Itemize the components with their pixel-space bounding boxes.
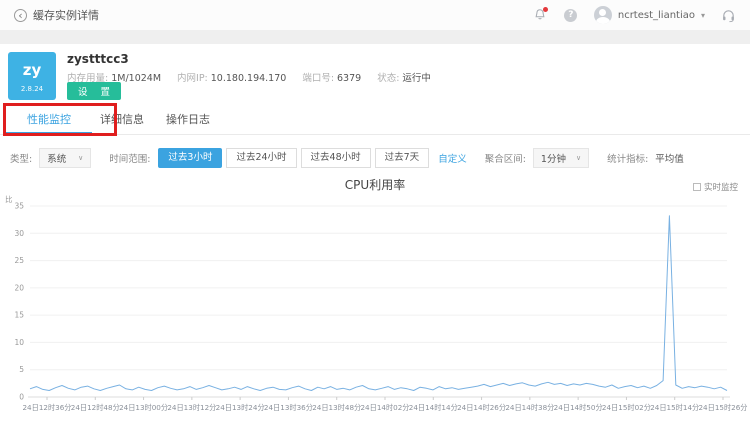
chevron-down-icon: ∨: [78, 154, 84, 162]
cpu-line-series: [29, 215, 728, 391]
x-tick-label: 24日14时38分: [505, 403, 554, 412]
time-range-label: 时间范围:: [109, 154, 151, 165]
y-tick-label: 30: [14, 229, 24, 238]
tab-detailed-info[interactable]: 详细信息: [92, 107, 152, 134]
y-tick-label: 10: [14, 338, 24, 347]
metric-label: 统计指标:: [607, 154, 649, 165]
y-tick-label: 35: [14, 202, 24, 211]
instance-version: 2.8.24: [20, 85, 44, 93]
custom-range-link[interactable]: 自定义: [438, 151, 467, 165]
instance-fields: 内存用量: 1M/1024M 内网IP: 10.180.194.170 端口号: 63…: [67, 70, 431, 84]
y-tick-label: 15: [14, 311, 24, 320]
instance-detail-panel: zy 2.8.24 zystttcc3 内存用量: 1M/1024M 内网IP: 1…: [0, 44, 750, 436]
instance-tile-label: zy: [22, 61, 42, 79]
chevron-down-icon: ∨: [575, 154, 582, 162]
x-tick-label: 24日14时26分: [457, 403, 506, 412]
divider-strip: [0, 30, 750, 44]
realtime-checkbox[interactable]: [692, 183, 701, 191]
type-select[interactable]: 系统 ∨: [39, 148, 92, 168]
realtime-label: 实时监控: [703, 183, 738, 193]
aggregation-label: 聚合区间:: [484, 154, 526, 165]
range-past-24h-button[interactable]: 过去24小时: [226, 148, 297, 168]
settings-button[interactable]: 设 置: [67, 82, 122, 100]
field-status: 状态: 运行中: [377, 73, 431, 84]
help-button[interactable]: ?: [563, 7, 579, 23]
y-tick-label: 20: [14, 283, 24, 292]
metric-value: 平均值: [655, 154, 684, 165]
range-past-3h-button[interactable]: 过去3小时: [158, 148, 223, 168]
filter-bar: 类型: 系统 ∨ 时间范围: 过去3小时 过去24小时 过去48小时 过去7天 …: [0, 147, 750, 169]
range-past-48h-button[interactable]: 过去48小时: [300, 148, 371, 168]
type-label: 类型:: [10, 154, 33, 165]
x-tick-label: 24日12时48分: [71, 403, 120, 412]
realtime-monitoring-toggle[interactable]: 实时监控: [692, 181, 738, 193]
x-tick-label: 24日14时50分: [554, 403, 603, 412]
help-icon: ?: [564, 8, 578, 22]
cpu-utilization-chart: 0 5 10 15 20 25 30 35比 24日12时36分 24日12时48分 24日13时0…: [5, 194, 748, 412]
tab-operation-log[interactable]: 操作日志: [158, 107, 218, 134]
y-tick-label: 0: [19, 393, 24, 402]
instance-tile: zy 2.8.24: [8, 52, 56, 100]
headset-icon: [722, 9, 734, 22]
back-icon: ‹: [14, 8, 27, 22]
tab-bar: 性能监控 详细信息 操作日志: [0, 107, 750, 135]
time-range-group: 过去3小时 过去24小时 过去48小时 过去7天: [158, 148, 430, 168]
chart-title: CPU利用率: [344, 178, 406, 192]
x-tick-label: 24日12时36分: [22, 403, 71, 412]
back-button[interactable]: ‹ 缓存实例详情: [14, 7, 99, 23]
username: ncrtest_liantiao: [617, 9, 695, 21]
chevron-down-icon: ▾: [700, 10, 705, 20]
y-tick-label: 5: [19, 365, 24, 374]
x-tick-label: 24日13时12分: [167, 403, 216, 412]
x-tick-label: 24日13时24分: [216, 403, 265, 412]
page-title: 缓存实例详情: [33, 9, 99, 22]
field-internal-ip: 内网IP: 10.180.194.170: [177, 73, 287, 84]
user-menu[interactable]: ncrtest_liantiao ▾: [593, 6, 705, 24]
instance-name: zystttcc3: [67, 52, 129, 66]
y-axis-unit-label: 比: [5, 194, 13, 204]
notifications-button[interactable]: [532, 7, 548, 23]
x-tick-label: 24日15时14分: [650, 403, 699, 412]
field-port: 端口号: 6379: [302, 73, 362, 84]
tab-performance-monitoring[interactable]: 性能监控: [6, 107, 92, 134]
x-tick-label: 24日14时02分: [360, 403, 409, 412]
x-tick-label: 24日13时48分: [312, 403, 361, 412]
support-button[interactable]: [720, 7, 736, 23]
x-tick-label: 24日13时00分: [119, 403, 168, 412]
y-tick-label: 25: [14, 256, 24, 265]
range-past-7d-button[interactable]: 过去7天: [374, 148, 430, 168]
aggregation-select[interactable]: 1分钟 ∨: [532, 148, 590, 168]
top-bar: ‹ 缓存实例详情 ? ncrtest_liantiao ▾: [0, 0, 750, 30]
x-tick-label: 24日15时02分: [602, 403, 651, 412]
x-tick-label: 24日15时26分: [698, 403, 747, 412]
x-tick-label: 24日13时36分: [264, 403, 313, 412]
x-tick-label: 24日14时14分: [409, 403, 458, 412]
notification-badge: [542, 7, 548, 12]
avatar: [593, 6, 612, 24]
status-badge: 运行中: [402, 73, 431, 84]
